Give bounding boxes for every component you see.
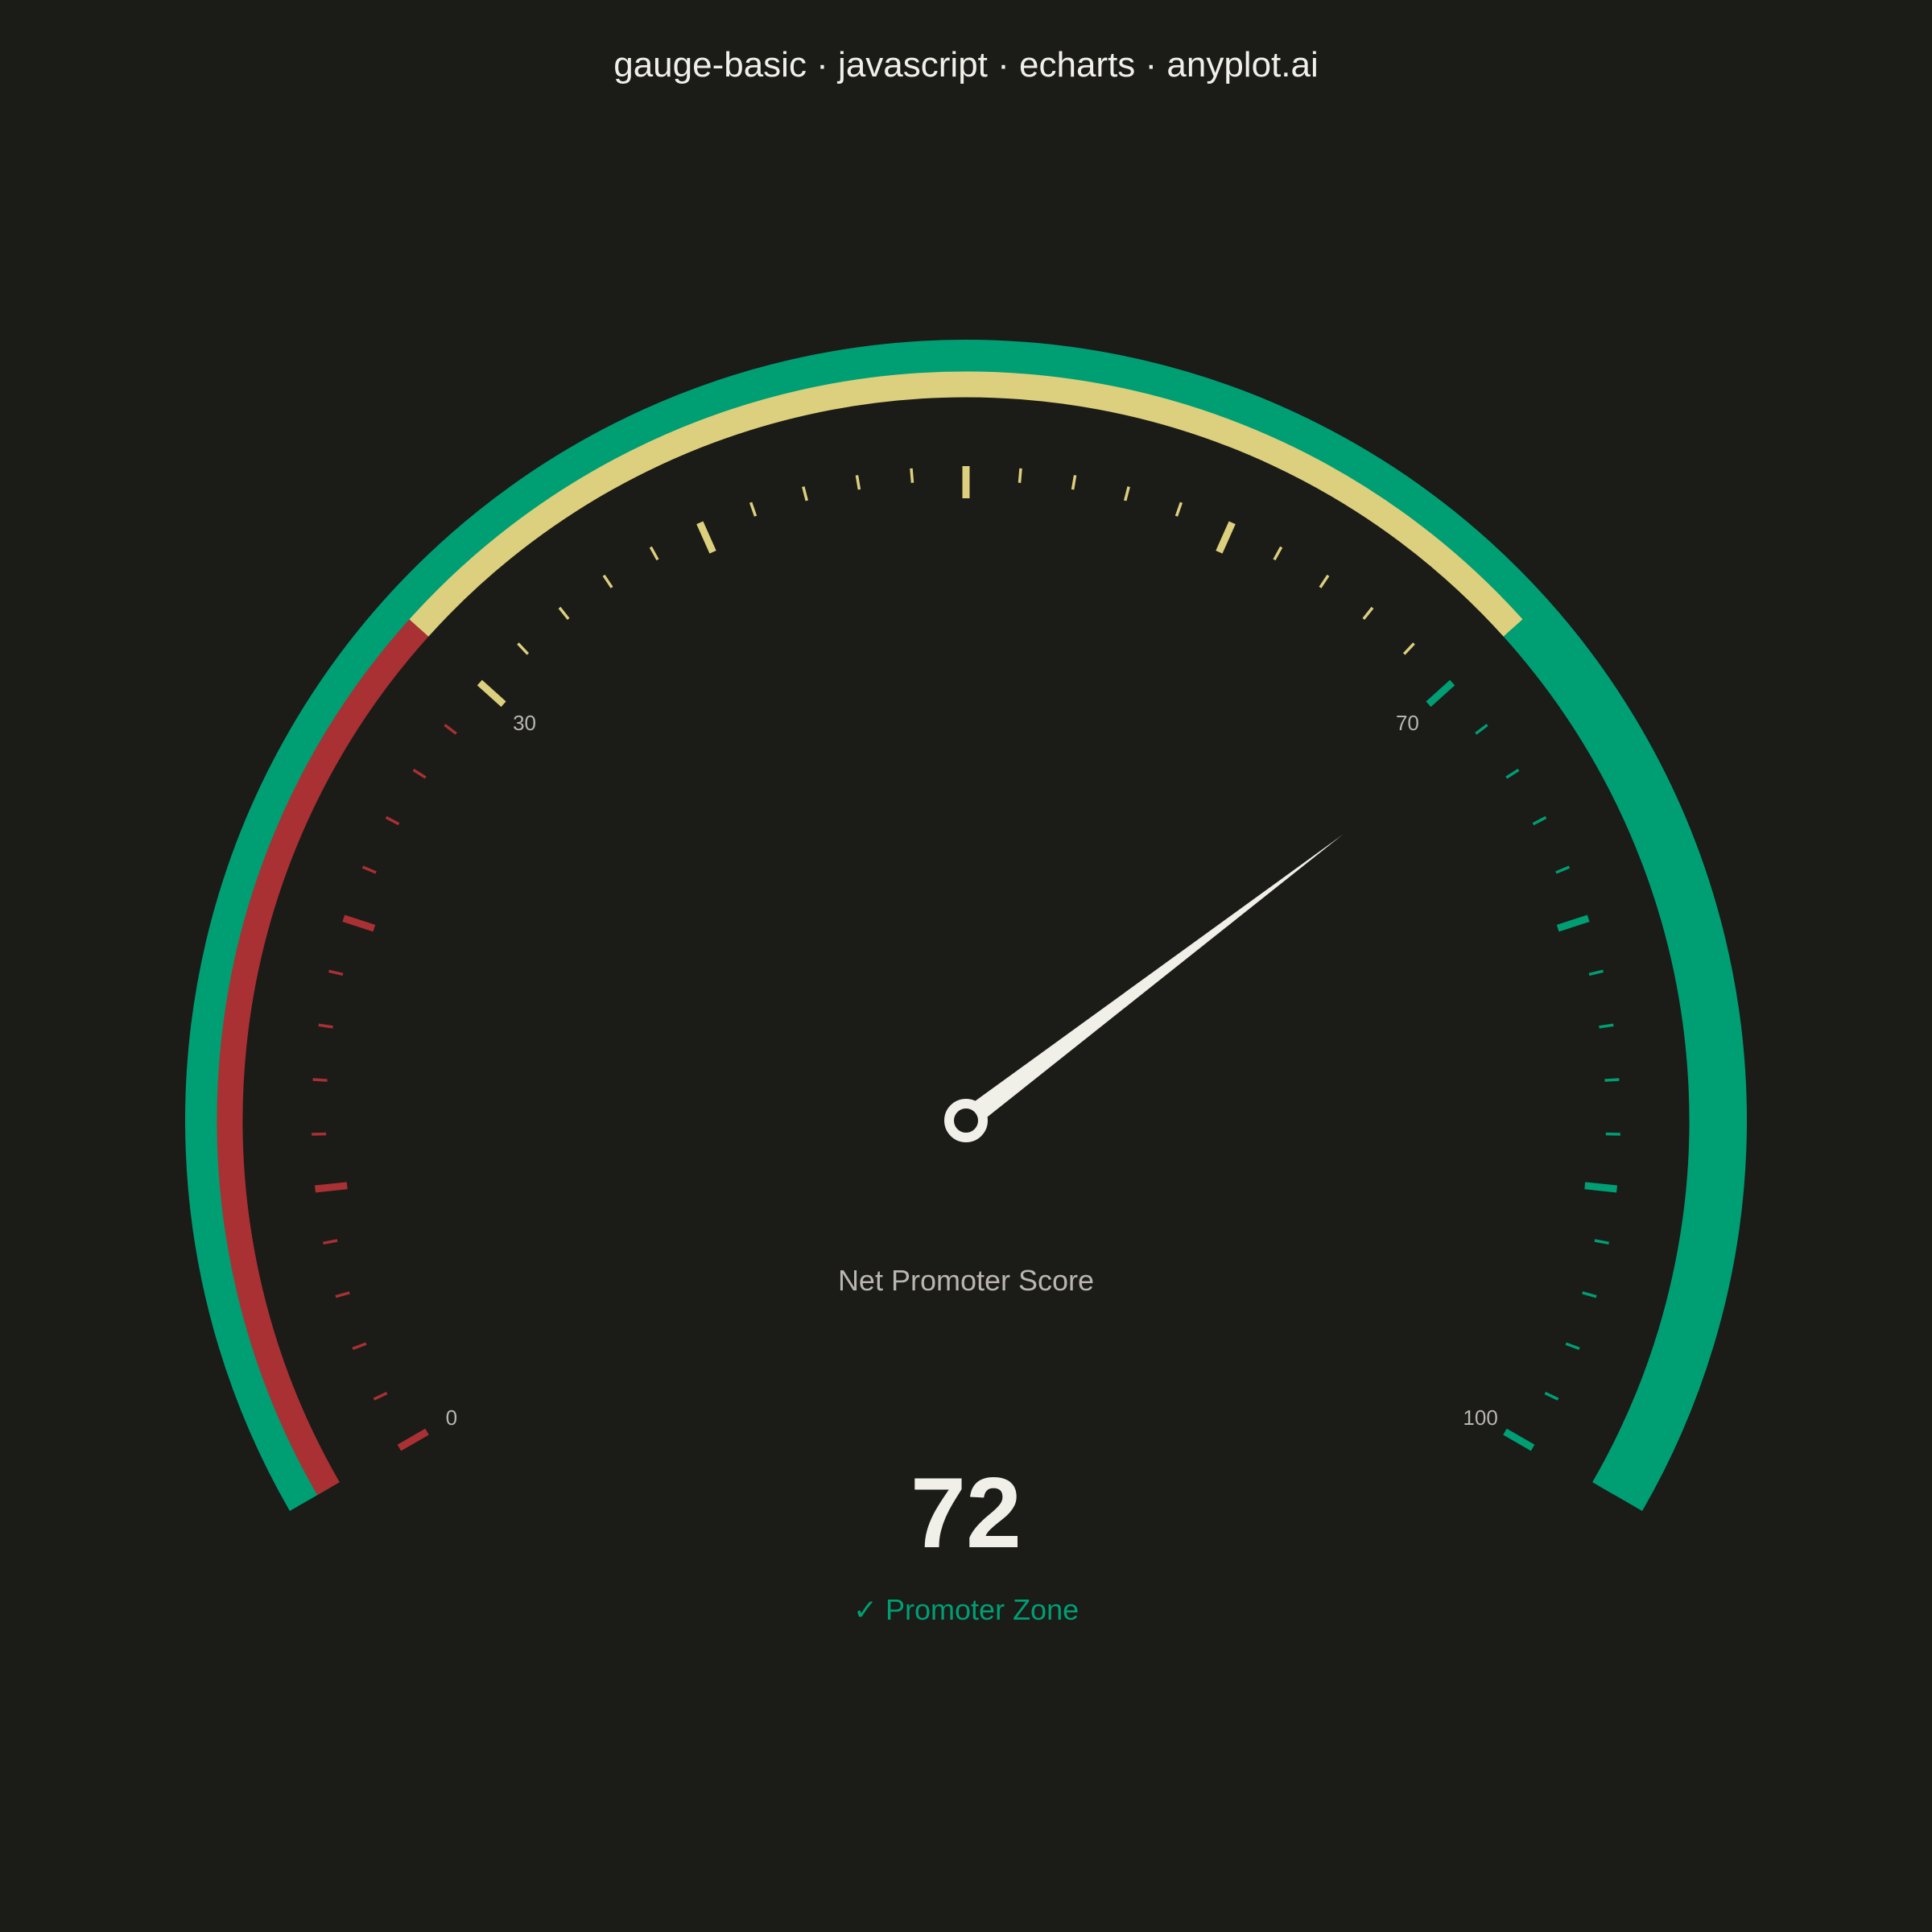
minor-tick <box>1362 606 1374 621</box>
minor-tick <box>1475 724 1488 735</box>
major-tick <box>477 679 506 708</box>
minor-tick <box>749 502 758 517</box>
major-tick <box>1584 1182 1618 1193</box>
minor-tick <box>558 606 570 621</box>
gauge-status: ✓ Promoter Zone <box>853 1593 1079 1626</box>
major-tick <box>397 1428 429 1451</box>
major-tick <box>342 914 376 932</box>
minor-tick <box>1588 969 1604 976</box>
minor-tick <box>1071 475 1077 490</box>
minor-tick <box>1174 502 1183 517</box>
minor-tick <box>335 1291 350 1298</box>
minor-tick <box>1505 768 1520 779</box>
minor-tick <box>1402 642 1415 655</box>
gauge-value: 72 <box>910 1458 1022 1569</box>
minor-tick <box>910 468 914 483</box>
minor-tick <box>802 486 808 502</box>
minor-tick <box>1565 1342 1580 1351</box>
major-tick <box>1503 1428 1535 1451</box>
minor-tick <box>373 1391 388 1401</box>
minor-tick <box>855 475 861 490</box>
minor-tick <box>323 1239 338 1245</box>
tick-label-100: 100 <box>1463 1406 1497 1430</box>
minor-tick <box>1124 486 1130 502</box>
minor-tick <box>602 574 613 588</box>
minor-tick <box>1319 574 1330 588</box>
gauge-band-0 <box>217 619 429 1496</box>
minor-tick <box>1544 1391 1559 1401</box>
major-tick <box>1426 679 1455 708</box>
minor-tick <box>1582 1291 1597 1298</box>
minor-tick <box>352 1342 367 1351</box>
minor-tick <box>412 768 427 779</box>
gauge-caption: Net Promoter Score <box>838 1264 1094 1297</box>
minor-tick <box>361 865 377 874</box>
gauge-band-2 <box>1503 619 1715 1496</box>
minor-tick <box>318 1023 333 1029</box>
major-tick <box>1556 914 1590 932</box>
gauge-needle-anchor <box>944 1099 988 1142</box>
major-tick <box>1216 521 1236 554</box>
tick-label-30: 30 <box>513 711 536 735</box>
minor-tick <box>1273 546 1283 561</box>
gauge-progress-bar <box>185 340 1747 1511</box>
major-tick <box>696 521 716 554</box>
minor-tick <box>1555 865 1571 874</box>
minor-tick <box>1532 815 1547 826</box>
minor-tick <box>328 969 344 976</box>
major-tick <box>314 1182 348 1193</box>
minor-tick <box>517 642 530 655</box>
tick-label-0: 0 <box>446 1406 457 1430</box>
minor-tick <box>444 724 457 735</box>
minor-tick <box>1599 1023 1614 1029</box>
chart-stage: gauge-basic · javascript · echarts · any… <box>0 0 1932 1932</box>
tick-label-70: 70 <box>1396 711 1419 735</box>
gauge-chart: 0 30 70 100 Net Promoter Score 72 ✓ Promote… <box>185 340 1747 1626</box>
gauge-band-1 <box>409 371 1523 637</box>
minor-tick <box>385 815 400 826</box>
minor-tick <box>1018 468 1022 483</box>
gauge-needle <box>960 834 1344 1129</box>
minor-tick <box>649 546 659 561</box>
minor-tick <box>1594 1239 1609 1245</box>
